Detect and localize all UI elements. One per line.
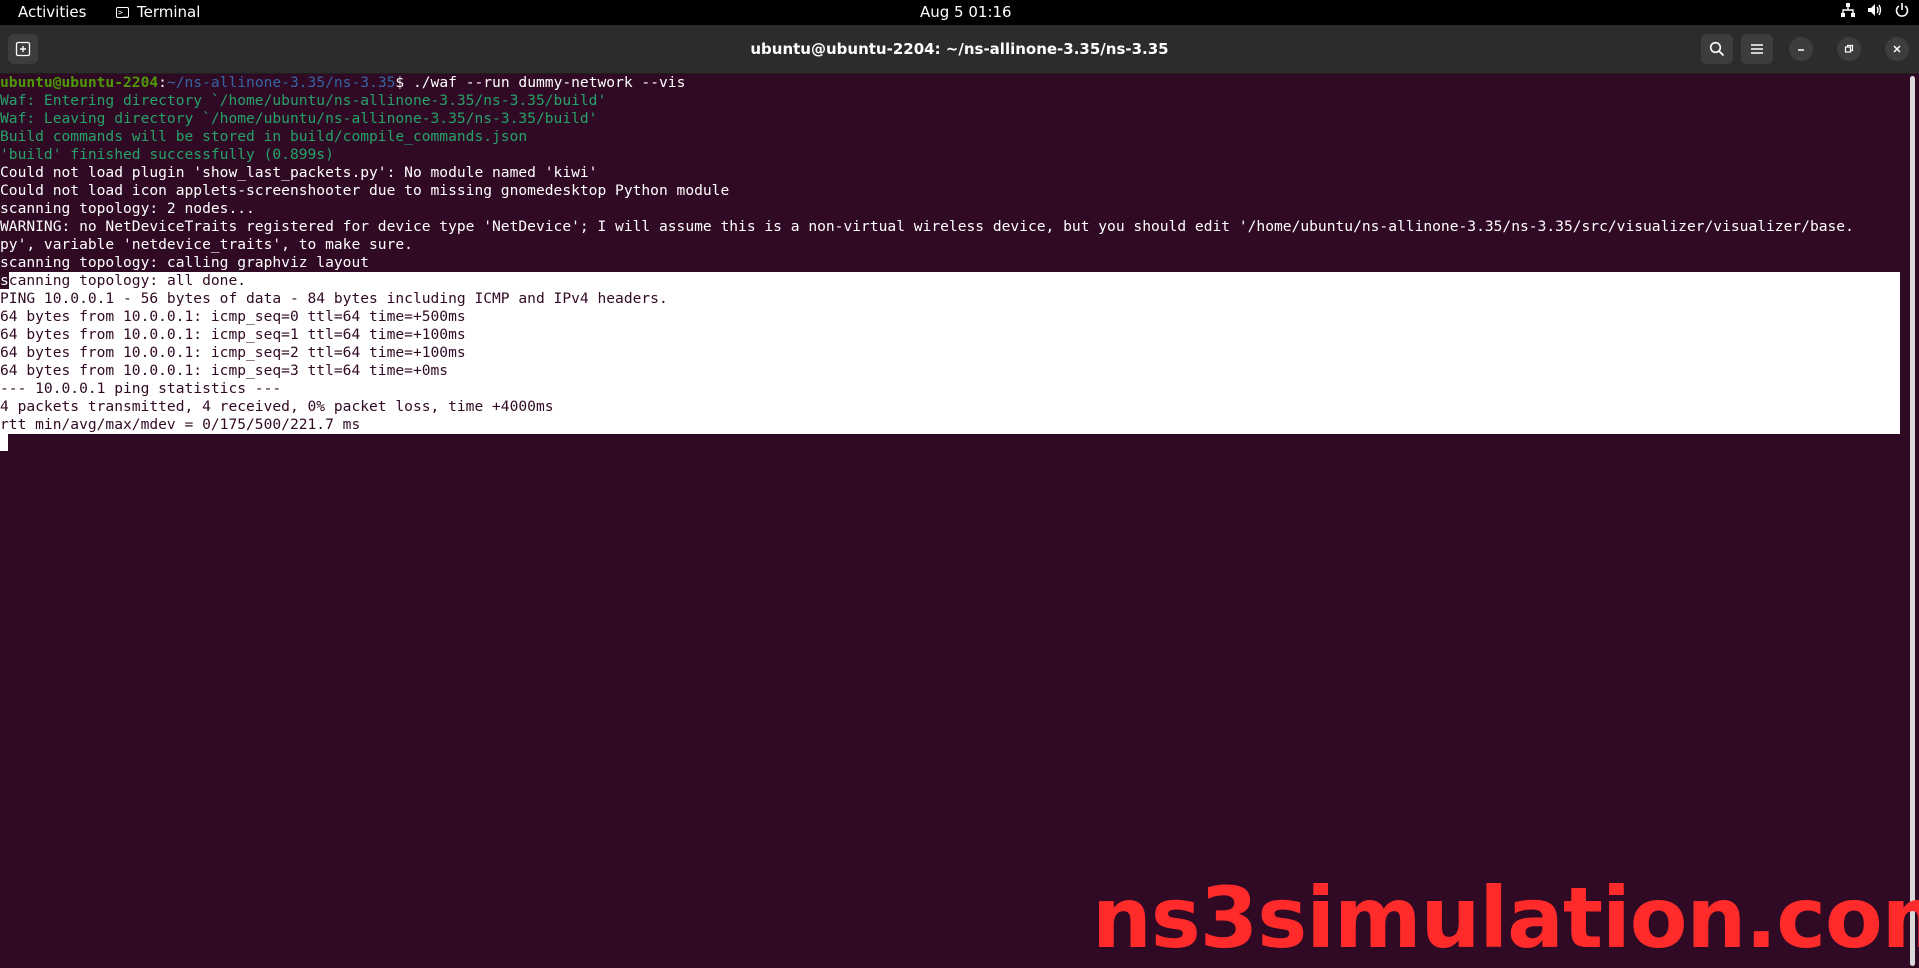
restore-icon bbox=[1844, 44, 1854, 53]
selected-line: scanning topology: all done. bbox=[0, 272, 1900, 290]
waf-line: 'build' finished successfully (0.899s) bbox=[0, 146, 334, 163]
output-line: scanning topology: 2 nodes... bbox=[0, 200, 255, 217]
command-text: ./waf --run dummy-network --vis bbox=[412, 74, 686, 91]
header-actions bbox=[1701, 34, 1909, 64]
selected-line: 64 bytes from 10.0.0.1: icmp_seq=2 ttl=6… bbox=[0, 344, 466, 361]
terminal-cursor bbox=[0, 434, 8, 451]
output-line: scanning topology: calling graphviz layo… bbox=[0, 254, 370, 271]
restore-button[interactable] bbox=[1837, 37, 1861, 61]
app-menu-terminal[interactable]: >_ Terminal bbox=[116, 3, 200, 21]
close-button[interactable] bbox=[1885, 37, 1909, 61]
selected-line-rest: canning topology: all done. bbox=[8, 272, 247, 289]
menu-button[interactable] bbox=[1741, 34, 1773, 64]
output-line: py', variable 'netdevice_traits', to mak… bbox=[0, 236, 413, 253]
selected-line: 64 bytes from 10.0.0.1: icmp_seq=1 ttl=6… bbox=[0, 326, 466, 343]
new-tab-button[interactable] bbox=[8, 34, 38, 64]
minimize-icon bbox=[1798, 49, 1804, 51]
selected-text-region[interactable]: scanning topology: all done. PING 10.0.0… bbox=[0, 272, 1900, 434]
search-button[interactable] bbox=[1701, 34, 1733, 64]
selected-line: 64 bytes from 10.0.0.1: icmp_seq=3 ttl=6… bbox=[0, 362, 449, 379]
search-icon bbox=[1709, 41, 1725, 57]
waf-line: Build commands will be stored in build/c… bbox=[0, 128, 528, 145]
hamburger-menu-icon bbox=[1751, 44, 1763, 54]
waf-line: Waf: Entering directory `/home/ubuntu/ns… bbox=[0, 92, 607, 109]
selected-line: --- 10.0.0.1 ping statistics --- bbox=[0, 380, 282, 397]
selected-line: 4 packets transmitted, 4 received, 0% pa… bbox=[0, 398, 554, 415]
prompt-user: ubuntu@ubuntu-2204 bbox=[0, 74, 159, 91]
terminal-output[interactable]: ubuntu@ubuntu-2204:~/ns-allinone-3.35/ns… bbox=[0, 74, 1906, 968]
selected-line: rtt min/avg/max/mdev = 0/175/500/221.7 m… bbox=[0, 416, 361, 433]
gnome-top-bar: Activities >_ Terminal Aug 5 01:16 bbox=[0, 0, 1919, 25]
output-line: WARNING: no NetDeviceTraits registered f… bbox=[0, 218, 1854, 235]
app-menu-label: Terminal bbox=[137, 3, 201, 21]
cursor-line bbox=[0, 434, 1906, 452]
system-tray[interactable] bbox=[1841, 3, 1909, 17]
network-icon bbox=[1841, 3, 1855, 17]
selected-line: 64 bytes from 10.0.0.1: icmp_seq=0 ttl=6… bbox=[0, 308, 466, 325]
volume-icon bbox=[1868, 4, 1882, 16]
selected-line: PING 10.0.0.1 - 56 bytes of data - 84 by… bbox=[0, 290, 668, 307]
terminal-header-bar: ubuntu@ubuntu-2204: ~/ns-allinone-3.35/n… bbox=[0, 25, 1919, 74]
prompt-line: ubuntu@ubuntu-2204:~/ns-allinone-3.35/ns… bbox=[0, 74, 1906, 92]
prompt-path: ~/ns-allinone-3.35/ns-3.35 bbox=[166, 74, 396, 91]
waf-line: Waf: Leaving directory `/home/ubuntu/ns-… bbox=[0, 110, 598, 127]
output-line: Could not load plugin 'show_last_packets… bbox=[0, 164, 598, 181]
prompt-separator: : bbox=[158, 74, 167, 91]
new-tab-icon bbox=[15, 41, 31, 57]
selection-start-char: s bbox=[0, 272, 9, 289]
activities-button[interactable]: Activities bbox=[18, 3, 86, 21]
window-title: ubuntu@ubuntu-2204: ~/ns-allinone-3.35/n… bbox=[750, 40, 1169, 58]
minimize-button[interactable] bbox=[1789, 37, 1813, 61]
clock[interactable]: Aug 5 01:16 bbox=[920, 3, 1012, 21]
prompt-dollar: $ bbox=[395, 74, 413, 91]
output-line: Could not load icon applets-screenshoote… bbox=[0, 182, 730, 199]
terminal-scrollbar[interactable] bbox=[1910, 76, 1915, 966]
close-icon bbox=[1893, 45, 1901, 53]
power-icon bbox=[1895, 3, 1909, 17]
watermark: ns3simulation.com bbox=[1092, 869, 1919, 967]
terminal-app-icon: >_ bbox=[116, 6, 129, 18]
